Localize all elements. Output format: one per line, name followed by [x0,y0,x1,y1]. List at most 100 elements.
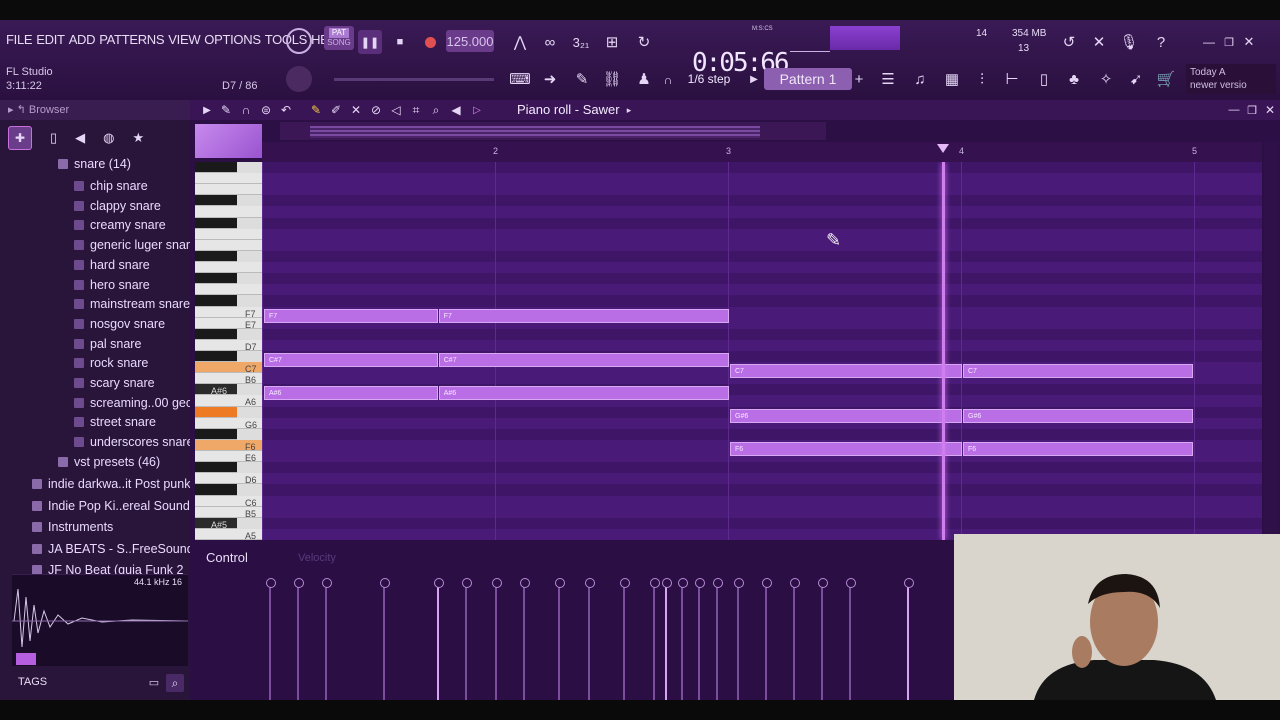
overview-handle[interactable] [310,126,760,138]
master-pitch-knob[interactable] [286,66,312,92]
velocity-stem[interactable] [321,578,332,700]
pause-button[interactable]: ❚❚ [358,30,382,54]
pr-menu-arrow-icon[interactable]: ▶ [200,100,214,120]
velocity-stem[interactable] [678,578,689,700]
sample-item[interactable]: pal snare [74,334,141,354]
tools-wrench-icon[interactable]: ✧ [1094,68,1118,90]
velocity-stem[interactable] [519,578,530,700]
undo-icon[interactable]: ↺ [1058,30,1080,54]
piano-key[interactable] [195,217,237,229]
piano-key[interactable] [195,228,262,240]
stamp-icon[interactable]: ♟ [632,68,656,90]
master-slider[interactable] [334,78,494,81]
browser-folder-item[interactable]: Instruments [32,517,113,537]
note-grid[interactable]: F7 F7 C#7 C#7 A#6 A#6 C7 C7 G#6 G#6 F6 F6 [262,162,1262,540]
piano-key[interactable] [195,250,237,263]
magnet-icon[interactable]: ∩ [660,70,676,90]
velocity-stem[interactable] [554,578,565,700]
pr-target-icon[interactable]: ⊜ [258,100,274,120]
stop-button[interactable]: ■ [388,30,412,54]
pr-slice-icon[interactable]: ◁ [388,100,404,120]
pr-zoom-icon[interactable]: ⌕ [428,100,444,120]
sample-item[interactable]: generic luger snare [74,235,197,255]
menu-patterns[interactable]: PATTERNS [99,32,168,52]
world-icon[interactable]: ◍ [103,130,114,146]
pr-paint-icon[interactable]: ✐ [328,100,344,120]
note[interactable]: F7 [438,308,729,323]
preview-play-icon[interactable] [16,653,36,665]
overview-scrollbar[interactable] [280,122,826,140]
sample-item[interactable]: clappy snare [74,196,161,216]
record-button[interactable] [418,30,442,54]
pr-magnet-icon[interactable]: ∩ [238,100,254,120]
snap-step-selector[interactable]: 1/6 step [678,68,740,90]
help-icon[interactable]: ? [1150,30,1172,54]
metronome-icon[interactable]: ⋀ [508,30,532,54]
velocity-stem[interactable] [620,578,631,700]
velocity-stem[interactable] [492,578,502,700]
loop-record-icon[interactable]: ↻ [632,30,656,54]
velocity-stem[interactable] [790,578,801,700]
note[interactable]: G#6 [730,408,962,423]
browser-folder-item[interactable]: indie darkwa..it Post punk [32,474,190,494]
note[interactable]: C#7 [264,353,438,367]
browser-folder-item[interactable]: JA BEATS - S..FreeSounds1 [32,539,207,559]
sample-item[interactable]: rock snare [74,353,148,373]
typing-keyboard-icon[interactable]: ⌨ [508,68,532,90]
piano-key[interactable] [195,239,262,251]
velocity-stem[interactable] [904,578,915,700]
pr-close-icon[interactable]: ✕ [1262,100,1278,120]
note[interactable]: C7 [963,364,1193,379]
piano-key[interactable] [195,351,237,363]
tools-icon[interactable]: ✕ [1088,30,1110,54]
pr-loop-icon[interactable]: ↶ [278,100,294,120]
tags-folder-icon[interactable]: ▭ [146,674,162,690]
velocity-stem[interactable] [713,578,724,700]
pr-wrench-icon[interactable]: ✎ [218,100,234,120]
browser-tree-icon[interactable]: ⊢ [1000,68,1024,90]
play-triangle-icon[interactable]: ▶ [746,68,762,90]
piano-key[interactable] [195,184,262,196]
piano-roll-icon[interactable]: ♫ [908,68,932,90]
piano-key[interactable] [195,173,262,185]
velocity-stem[interactable] [662,578,673,700]
plugin-database-icon[interactable]: ◀ [75,130,85,146]
pr-minimize-icon[interactable]: — [1226,100,1242,120]
pat-song-toggle[interactable]: PAT SONG [324,26,354,50]
menu-options[interactable]: OPTIONS [204,32,264,52]
note[interactable]: F7 [264,308,438,323]
piano-key[interactable] [195,284,262,296]
velocity-stem[interactable] [433,578,444,700]
piano-key[interactable] [195,262,262,274]
all-files-icon[interactable]: ✚ [8,126,32,150]
countdown-icon[interactable]: 3₂₁ [568,30,594,54]
piano-key[interactable] [195,295,237,307]
project-icon[interactable]: ▯ [50,130,57,146]
pr-select-icon[interactable]: ⌗ [408,100,424,120]
note[interactable]: A#6 [438,386,729,401]
piano-key[interactable] [195,162,237,174]
velocity-stem[interactable] [762,578,773,700]
velocity-stem[interactable] [846,578,857,700]
mixer-icon[interactable]: ⫶ [970,68,994,90]
microphone-icon[interactable]: 🎙 [1118,30,1140,54]
velocity-stem[interactable] [265,578,276,700]
velocity-stem[interactable] [293,578,304,700]
menu-add[interactable]: ADD [69,32,100,52]
pr-restore-icon[interactable]: ❐ [1244,100,1260,120]
control-label[interactable]: Control [206,550,248,565]
cart-icon[interactable]: 🛒 [1154,68,1178,90]
sample-item[interactable]: street snare [74,412,156,432]
velocity-stem[interactable] [461,578,472,700]
playlist-icon[interactable]: ☰ [876,68,900,90]
sample-item[interactable]: hard snare [74,255,150,275]
piano-key[interactable] [195,328,237,340]
piano-key[interactable] [195,428,237,440]
sample-item[interactable]: underscores snare [74,432,194,452]
pr-mute-icon[interactable]: ⊘ [368,100,384,120]
piano-key[interactable] [195,406,237,418]
pr-play-icon[interactable]: ▷ [470,100,484,120]
step-edit-icon[interactable]: ⊞ [600,30,624,54]
note[interactable]: C7 [730,364,962,379]
note[interactable]: A#6 [264,386,438,401]
